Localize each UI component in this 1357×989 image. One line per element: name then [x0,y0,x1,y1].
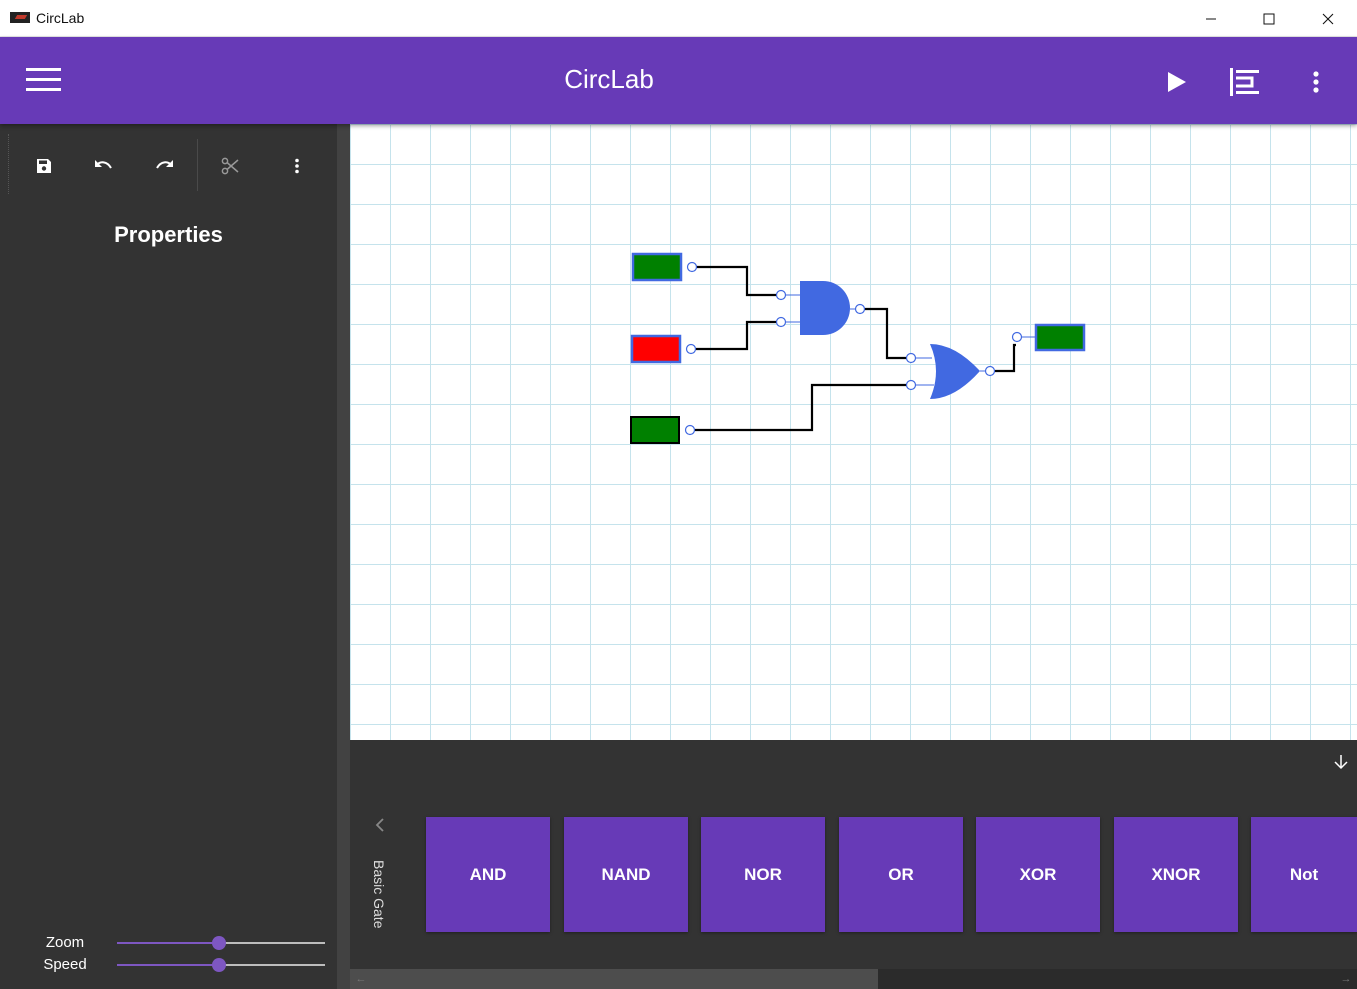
scroll-left-icon[interactable]: ← [354,972,368,986]
circuit-canvas[interactable] [350,124,1357,740]
gate-button-or[interactable]: OR [839,817,963,932]
gate-button-nand[interactable]: NAND [564,817,688,932]
minimize-button[interactable] [1182,0,1240,37]
close-button[interactable] [1299,0,1357,37]
input-port [905,379,917,391]
palette-scrollbar[interactable]: ← → [350,969,1357,989]
align-button[interactable] [1228,65,1262,99]
zoom-slider-row: Zoom [0,932,337,954]
app-bar: CircLab [0,37,1357,124]
and-gate[interactable] [800,281,850,335]
or-gate[interactable] [930,344,980,399]
input-switch[interactable] [630,416,680,444]
output-port [984,365,996,377]
cut-button[interactable] [215,152,245,180]
window-title: CircLab [36,10,85,26]
sidebar: Properties Zoom Speed [0,124,337,989]
maximize-button[interactable] [1240,0,1298,37]
save-icon [37,159,51,173]
gate-button-xor[interactable]: XOR [976,817,1100,932]
zoom-slider-thumb[interactable] [211,936,226,950]
undo-button[interactable] [89,152,119,180]
properties-title: Properties [114,222,223,247]
zoom-label: Zoom [45,934,85,951]
play-icon [1168,72,1186,92]
gate-button-and[interactable]: AND [426,817,550,932]
zoom-slider[interactable] [117,936,325,950]
app-logo-icon [10,12,30,23]
sidebar-toolbar [8,134,328,194]
gate-button-not[interactable]: Not [1251,817,1357,932]
speed-slider-row: Speed [0,954,337,976]
output-indicator [1034,323,1086,352]
output-port [685,343,697,355]
input-port [1011,331,1023,343]
toolbar-separator [197,139,198,191]
output-port [686,261,698,273]
input-port [775,316,787,328]
run-simulation-button[interactable] [1159,65,1193,99]
output-port [684,424,696,436]
toolbar-more-button[interactable] [282,152,312,180]
undo-icon [95,160,112,169]
save-button[interactable] [29,152,59,180]
collapse-palette-button[interactable] [1331,752,1351,772]
close-icon [1322,13,1334,24]
input-switch[interactable] [631,252,683,282]
input-port [775,289,787,301]
wire [865,307,911,360]
wire [695,383,911,432]
redo-button[interactable] [149,152,179,180]
more-vert-icon [295,158,299,174]
maximize-icon [1263,13,1275,24]
minimize-icon [1206,18,1216,19]
category-prev-button[interactable] [370,815,390,835]
wire [995,343,1016,373]
redo-icon [156,160,173,169]
speed-slider[interactable] [117,958,325,972]
output-port [854,303,866,315]
scroll-right-icon[interactable]: → [1339,972,1353,986]
category-label: Basic Gate [365,860,395,940]
gate-button-nor[interactable]: NOR [701,817,825,932]
category-name: Basic Gate [371,860,387,929]
gate-button-xnor[interactable]: XNOR [1114,817,1238,932]
window-titlebar: CircLab [0,0,1357,37]
palette-scrollbar-thumb[interactable] [350,969,878,989]
input-port [905,352,917,364]
more-vert-icon [1313,71,1319,93]
wire [696,265,781,297]
more-options-button[interactable] [1299,65,1333,99]
speed-slider-thumb[interactable] [211,958,226,972]
gates-palette: Basic Gate AND NAND NOR OR XOR XNOR Not … [350,740,1357,989]
app-title: CircLab [564,64,654,94]
zoom-slider-fill [117,942,219,944]
cut-icon [221,157,239,175]
speed-slider-fill [117,964,219,966]
speed-label: Speed [43,956,87,973]
panel-divider[interactable] [337,124,350,989]
arrow-down-icon [1334,755,1348,770]
circuit-diagram [630,252,1086,444]
align-icon [1230,68,1259,96]
input-switch[interactable] [630,334,682,364]
chevron-left-icon [375,818,384,832]
wire [696,320,781,351]
